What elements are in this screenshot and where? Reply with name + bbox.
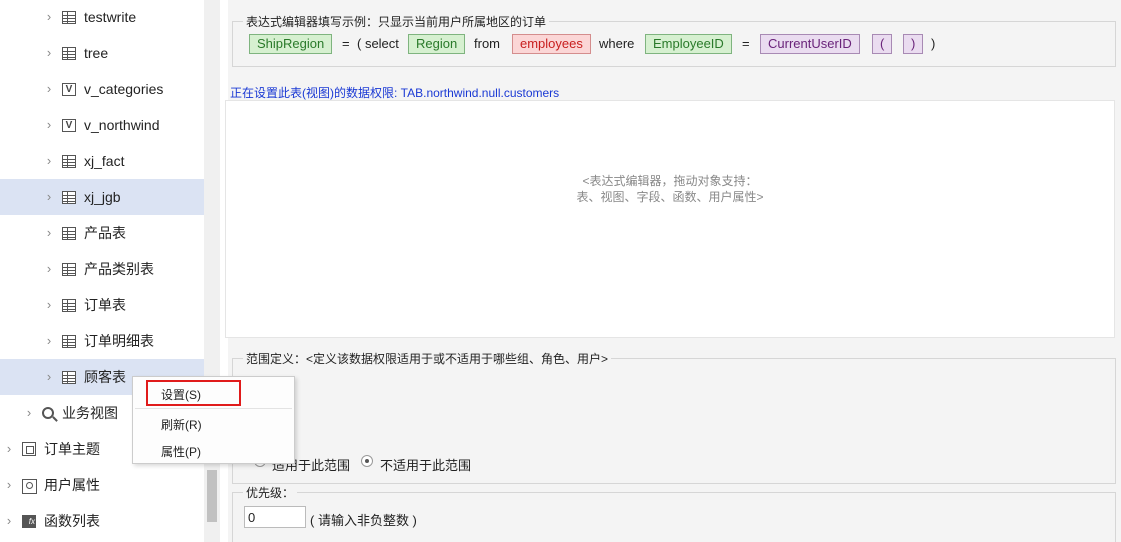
table-icon — [62, 226, 76, 240]
example-legend: 表达式编辑器填写示例：只显示当前用户所属地区的订单 — [243, 13, 550, 30]
table-path-note: 正在设置此表(视图)的数据权限: TAB.northwind.null.cust… — [230, 86, 560, 100]
tree-item-xj-fact[interactable]: › xj_fact — [0, 143, 204, 179]
tree-item-v-northwind[interactable]: › V v_northwind — [0, 107, 204, 143]
tree-item-label: 函数列表 — [44, 513, 100, 529]
token-equals-2: = — [742, 36, 750, 51]
tree-item-label: 用户属性 — [44, 477, 100, 493]
tree-item-label: v_northwind — [84, 117, 160, 133]
token-where: where — [599, 36, 635, 51]
search-icon — [42, 407, 54, 419]
chevron-right-icon[interactable]: › — [44, 334, 54, 347]
table-icon — [62, 190, 76, 204]
table-icon — [62, 370, 76, 384]
chevron-right-icon[interactable]: › — [44, 82, 54, 95]
token-open-paren: ( — [872, 34, 893, 54]
priority-input[interactable] — [244, 506, 306, 528]
permission-panel: 表达式编辑器填写示例：只显示当前用户所属地区的订单 ShipRegion = (… — [225, 0, 1121, 542]
token-region: Region — [408, 34, 466, 54]
tree-item-product-category[interactable]: › 产品类别表 — [0, 251, 204, 287]
table-icon — [62, 298, 76, 312]
chevron-right-icon[interactable]: › — [44, 190, 54, 203]
chevron-right-icon[interactable]: › — [44, 262, 54, 275]
tree-item-label: 产品表 — [84, 225, 126, 241]
function-icon: fx — [22, 514, 36, 528]
chevron-right-icon[interactable]: › — [44, 46, 54, 59]
scope-legend: 范围定义：<定义该数据权限适用于或不适用于哪些组、角色、用户> — [243, 350, 612, 367]
chevron-right-icon[interactable]: › — [4, 478, 14, 491]
chevron-right-icon[interactable]: › — [44, 226, 54, 239]
tree-item-label: xj_jgb — [84, 189, 121, 205]
table-icon — [62, 262, 76, 276]
menu-separator — [135, 408, 292, 409]
token-employees: employees — [512, 34, 591, 54]
highlight-box — [146, 380, 241, 406]
tree-item-label: tree — [84, 45, 109, 61]
tree-item-testwrite[interactable]: › testwrite — [0, 0, 204, 35]
tree-item-label: 业务视图 — [62, 405, 118, 421]
expression-editor[interactable]: <表达式编辑器，拖动对象支持： 表、视图、字段、函数、用户属性> — [225, 100, 1115, 338]
token-close-paren: ) — [903, 34, 924, 54]
tree-item-label: 顾客表 — [84, 369, 126, 385]
table-icon — [62, 10, 76, 24]
priority-hint: ( 请输入非负整数 ) — [310, 513, 417, 528]
token-employeeid: EmployeeID — [645, 34, 732, 54]
editor-hint: <表达式编辑器，拖动对象支持： 表、视图、字段、函数、用户属性> — [576, 174, 764, 204]
view-icon: V — [62, 118, 76, 132]
tree-item-product[interactable]: › 产品表 — [0, 215, 204, 251]
tree-item-label: 订单表 — [84, 297, 126, 313]
priority-legend: 优先级： — [243, 484, 298, 501]
menu-item-refresh[interactable]: 刷新(R) — [133, 412, 294, 438]
chevron-right-icon[interactable]: › — [44, 10, 54, 23]
token-from: from — [474, 36, 500, 51]
tree-item-label: 订单明细表 — [84, 333, 154, 349]
radio-not-apply-scope[interactable] — [361, 455, 373, 467]
scrollbar-thumb[interactable] — [207, 470, 217, 522]
tree-item-tree[interactable]: › tree — [0, 35, 204, 71]
tree-item-v-categories[interactable]: › V v_categories — [0, 71, 204, 107]
token-select: ( select — [357, 36, 399, 51]
tree-item-orders[interactable]: › 订单表 — [0, 287, 204, 323]
token-shipregion: ShipRegion — [249, 34, 333, 54]
user-icon — [22, 478, 37, 494]
chevron-right-icon[interactable]: › — [44, 370, 54, 383]
context-menu: 设置(S) 刷新(R) 属性(P) — [132, 376, 295, 464]
radio-not-apply-label: 不适用于此范围 — [380, 458, 472, 473]
tree-item-label: v_categories — [84, 81, 164, 97]
app-root: › testwrite › tree › V v_categories › V … — [0, 0, 1121, 542]
table-icon — [62, 334, 76, 348]
table-icon — [62, 154, 76, 168]
chevron-right-icon[interactable]: › — [44, 298, 54, 311]
tree-item-function-list[interactable]: › fx 函数列表 — [0, 503, 204, 539]
chevron-right-icon[interactable]: › — [44, 118, 54, 131]
table-icon — [62, 46, 76, 60]
topic-icon — [22, 442, 36, 456]
tree-item-label: 订单主题 — [44, 441, 100, 457]
token-equals: = — [342, 36, 350, 51]
tree-item-user-attributes[interactable]: › 用户属性 — [0, 467, 204, 503]
chevron-right-icon[interactable]: › — [4, 514, 14, 527]
tree-item-label: testwrite — [84, 9, 137, 25]
tree-item-label: 产品类别表 — [84, 261, 154, 277]
chevron-right-icon[interactable]: › — [24, 406, 34, 419]
tree-item-order-details[interactable]: › 订单明细表 — [0, 323, 204, 359]
tree-item-xj-jgb[interactable]: › xj_jgb — [0, 179, 204, 215]
chevron-right-icon[interactable]: › — [4, 442, 14, 455]
chevron-right-icon[interactable]: › — [44, 154, 54, 167]
tree-item-label: xj_fact — [84, 153, 125, 169]
token-close-paren-2: ) — [931, 36, 936, 51]
menu-item-properties[interactable]: 属性(P) — [133, 439, 294, 465]
view-icon: V — [62, 82, 76, 96]
token-currentuserid: CurrentUserID — [760, 34, 860, 54]
